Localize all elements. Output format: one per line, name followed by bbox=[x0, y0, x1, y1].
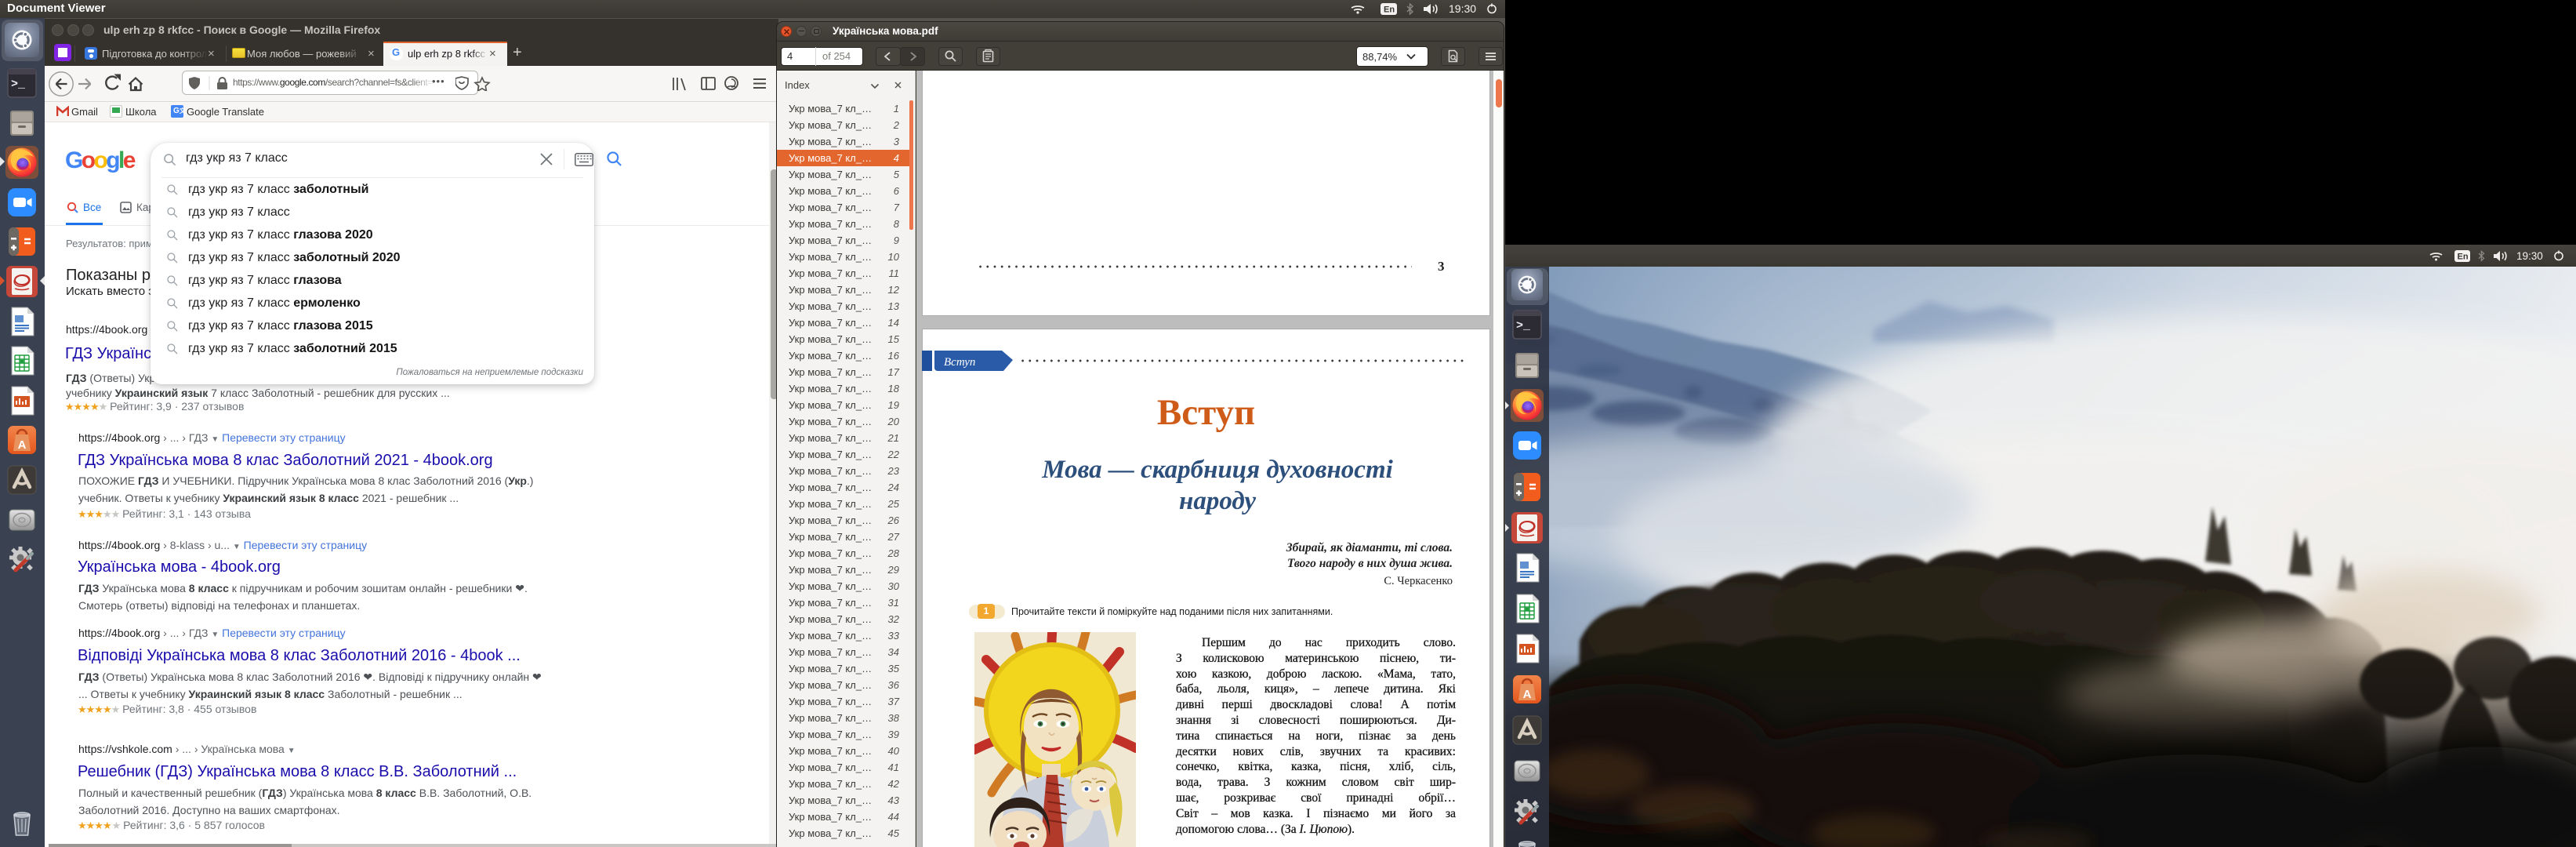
svg-text:Вступ: Вступ bbox=[944, 356, 975, 369]
svg-text:19:30: 19:30 bbox=[2516, 250, 2543, 262]
svg-text:19:30: 19:30 bbox=[1449, 2, 1476, 15]
svg-text:En: En bbox=[1384, 5, 1395, 15]
svg-text:En: En bbox=[2458, 253, 2469, 262]
